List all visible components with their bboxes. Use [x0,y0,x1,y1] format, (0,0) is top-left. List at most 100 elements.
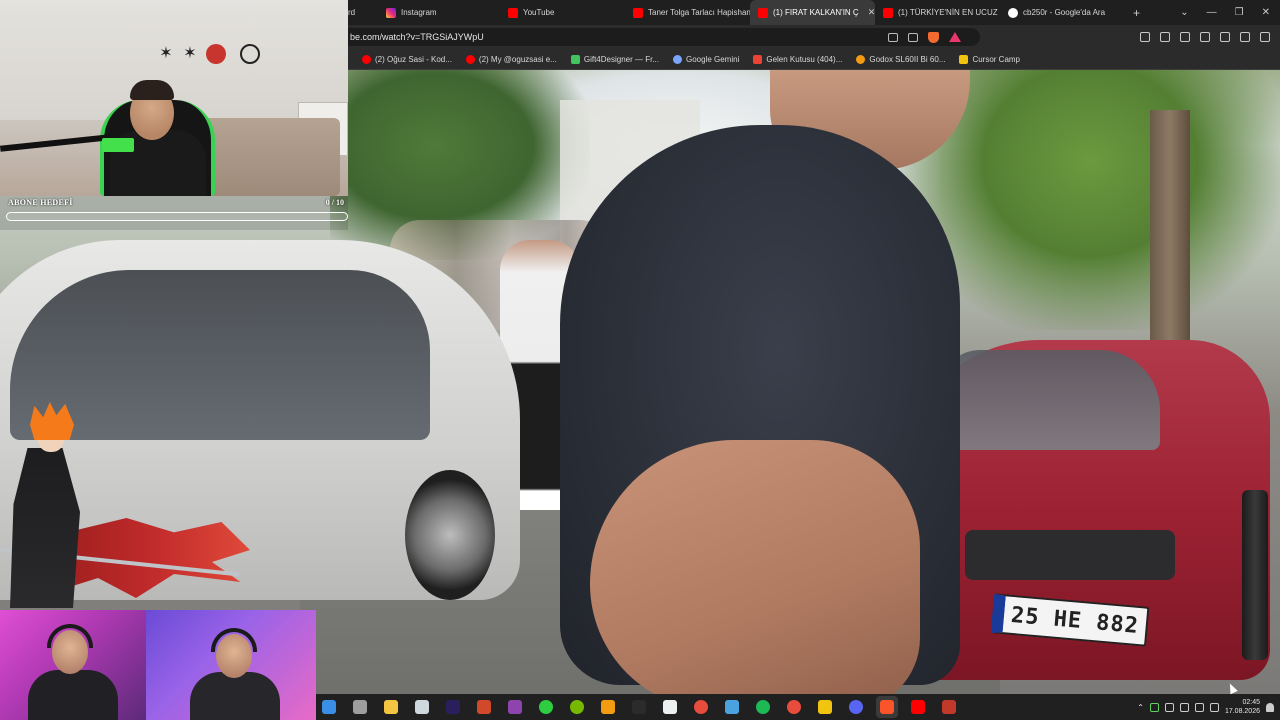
extensions-icon[interactable] [1140,32,1150,42]
bookmark-item[interactable]: Gift4Designer — Fr... [570,54,659,64]
bookmark-item[interactable]: Gelen Kutusu (404)... [753,54,843,64]
vpn-icon[interactable] [1240,32,1250,42]
taskbar: ⌃ 02:45 17.08.2026 [316,694,1280,720]
tab-title: (1) FIRAT KALKAN'IN Ç [773,8,859,17]
premiere-icon[interactable] [442,696,464,718]
streamer-webcam: ✶ ✶ [0,0,348,196]
minimize-icon[interactable]: — [1207,7,1217,18]
browser-tab-active[interactable]: (1) FIRAT KALKAN'IN Ç ✕ [750,0,875,25]
address-bar-row: be.com/watch?v=TRGSiAJYWpU [348,25,1280,49]
guest-1-body [28,670,118,720]
cursor-camp-icon [959,54,969,64]
bookmark-label: Gelen Kutusu (404)... [766,54,843,64]
bookmark-item[interactable]: Google Gemini [672,54,739,64]
browser-tab[interactable]: rd [348,0,378,25]
calculator-icon[interactable] [349,696,371,718]
notepad-icon[interactable] [380,696,402,718]
system-tray: ⌃ 02:45 17.08.2026 [1137,694,1274,720]
xbox-icon[interactable] [535,696,557,718]
youtube-icon [883,7,893,18]
browser-tab[interactable]: (1) TÜRKİYE'NİN EN UCUZ [875,0,1000,25]
menu-icon[interactable] [1260,32,1270,42]
discord-icon[interactable] [845,696,867,718]
terminal-icon[interactable] [411,696,433,718]
close-tab-icon[interactable]: ✕ [868,7,875,18]
nvidia-icon[interactable] [566,696,588,718]
mic-icon[interactable] [1149,702,1159,712]
instagram-icon [386,7,396,18]
clock[interactable]: 02:45 17.08.2026 [1225,698,1260,716]
youtube-icon[interactable] [907,696,929,718]
clock-time: 02:45 [1242,699,1260,706]
volume-icon[interactable] [1179,702,1189,712]
video-person-arm [590,440,920,694]
game-icon[interactable] [473,696,495,718]
cloud-icon[interactable] [597,696,619,718]
bookmarks-bar: (2) Oğuz Sasi - Kod... (2) My @oguzsasi … [348,49,1280,70]
window-controls: ⌄ — ❐ ✕ [1180,0,1280,25]
web-decor-icon [240,44,260,64]
chrome-icon[interactable] [783,696,805,718]
google-icon [1008,7,1018,18]
anime-character-overlay [0,400,250,610]
browser-tab[interactable]: YouTube [500,0,625,25]
tab-title: (1) TÜRKİYE'NİN EN UCUZ [898,8,998,17]
gemini-icon [672,54,682,64]
browser-tab[interactable]: Instagram [378,0,500,25]
brave-shield-icon[interactable] [928,31,939,43]
bookmark-item[interactable]: Cursor Camp [959,54,1021,64]
browser-tab[interactable]: cb250r - Google'da Ara [1000,0,1125,25]
gmail-icon [753,54,763,64]
bookmark-item[interactable]: (2) Oğuz Sasi - Kod... [362,54,452,64]
url-actions [888,25,961,49]
mic-arm [0,134,111,152]
leo-ai-icon[interactable] [1220,32,1230,42]
brave-rewards-icon[interactable] [949,32,961,42]
display-icon[interactable] [1209,702,1219,712]
spotify-icon[interactable] [752,696,774,718]
restore-icon[interactable]: ❐ [1235,7,1244,18]
url-text: be.com/watch?v=TRGSiAJYWpU [350,32,484,42]
tab-title: rd [348,8,356,17]
speaker-icon[interactable] [1164,702,1174,712]
chevron-up-icon[interactable]: ⌃ [1137,703,1144,712]
spider-decor-icon: ✶ [183,45,197,62]
steam-icon[interactable] [721,696,743,718]
godox-icon [856,54,866,64]
new-tab-button[interactable]: + [1125,0,1155,25]
tab-title: Instagram [401,8,437,17]
folder-icon[interactable] [814,696,836,718]
url-field[interactable]: be.com/watch?v=TRGSiAJYWpU [348,28,980,46]
subscriber-goal-bar [6,212,348,221]
youtube-icon [508,7,518,18]
sidebar-icon[interactable] [1180,32,1190,42]
screen: 25 HE 882 rd Instagram YouTube Taner Tol… [0,0,1280,720]
translate-icon[interactable] [888,32,898,42]
media-icon[interactable] [1160,32,1170,42]
notification-bell-icon[interactable] [1266,702,1274,712]
video-red-car-window [940,350,1160,450]
app2-icon[interactable] [938,696,960,718]
guest-webcam-2 [146,610,316,720]
chevron-down-icon[interactable]: ⌄ [1180,7,1188,18]
app-icon[interactable] [504,696,526,718]
bookmark-label: Cursor Camp [972,54,1021,64]
tab-title: cb250r - Google'da Ara [1023,8,1106,17]
anime-coat [10,448,80,608]
epic-icon[interactable] [628,696,650,718]
wallet-icon[interactable] [1200,32,1210,42]
bookmark-item[interactable]: Godox SL60II Bi 60... [856,54,945,64]
clapper-icon[interactable] [659,696,681,718]
record-icon[interactable] [690,696,712,718]
bookmark-item[interactable]: (2) My @oguzsasi e... [465,54,557,64]
browser-tab[interactable]: Taner Tolga Tarlacı Hapishan [625,0,750,25]
cast-icon[interactable] [908,32,918,42]
browser-tab-strip: rd Instagram YouTube Taner Tolga Tarlacı… [348,0,1280,25]
anime-hair [30,402,74,440]
network-icon[interactable] [1194,702,1204,712]
brave-icon[interactable] [876,696,898,718]
toolbar-icons [1140,25,1270,49]
subscriber-goal-count: 0 / 10 [325,198,344,207]
windows-icon[interactable] [318,696,340,718]
close-window-icon[interactable]: ✕ [1262,7,1270,18]
